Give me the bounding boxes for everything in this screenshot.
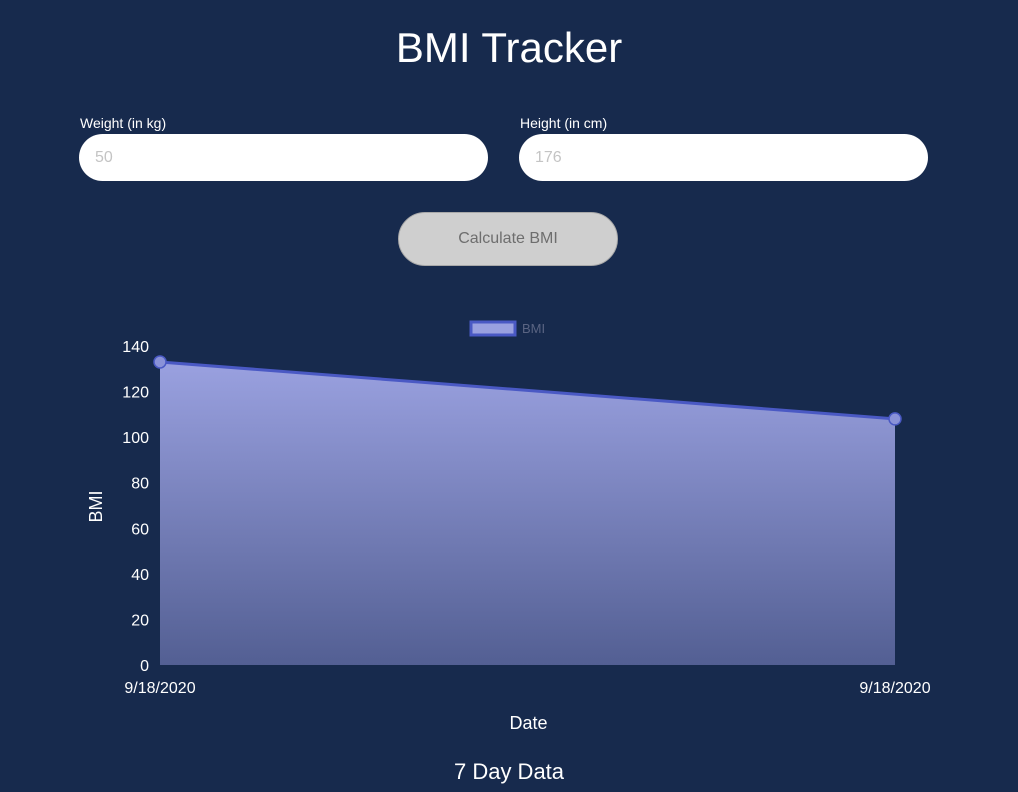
weight-field-group: Weight (in kg) (79, 114, 489, 181)
x-tick-label: 9/18/2020 (124, 680, 195, 697)
seven-day-data-title: 7 Day Data (453, 759, 565, 784)
height-label: Height (in cm) (520, 115, 608, 131)
y-tick-label: 60 (131, 521, 149, 538)
weight-input[interactable] (79, 134, 488, 181)
legend-swatch (469, 320, 517, 337)
x-tick-label: 9/18/2020 (859, 680, 930, 697)
bmi-chart: 0 20 40 60 80 100 120 140 9/18/2020 9/18/2020 Date… (86, 320, 931, 733)
height-input[interactable] (519, 134, 928, 181)
x-axis-title: Date (509, 713, 547, 733)
y-tick-label: 100 (122, 430, 149, 447)
weight-label: Weight (in kg) (80, 115, 167, 131)
y-tick-label: 140 (122, 339, 149, 356)
y-tick-label: 20 (131, 612, 149, 629)
height-field-group: Height (in cm) (519, 114, 929, 181)
bmi-tracker-app: BMI Tracker Weight (in kg) Height (in cm… (0, 0, 1018, 792)
legend-label: BMI (522, 321, 545, 336)
y-tick-label: 120 (122, 385, 149, 402)
bmi-data-point (888, 412, 902, 426)
calculate-bmi-button[interactable]: Calculate BMI (398, 212, 618, 266)
y-tick-label: 80 (131, 476, 149, 493)
bmi-series-area (160, 361, 895, 665)
page-title: BMI Tracker (395, 24, 623, 71)
y-tick-label: 0 (140, 658, 149, 675)
y-axis-title: BMI (86, 490, 106, 522)
y-tick-label: 40 (131, 567, 149, 584)
bmi-data-point (153, 355, 167, 369)
